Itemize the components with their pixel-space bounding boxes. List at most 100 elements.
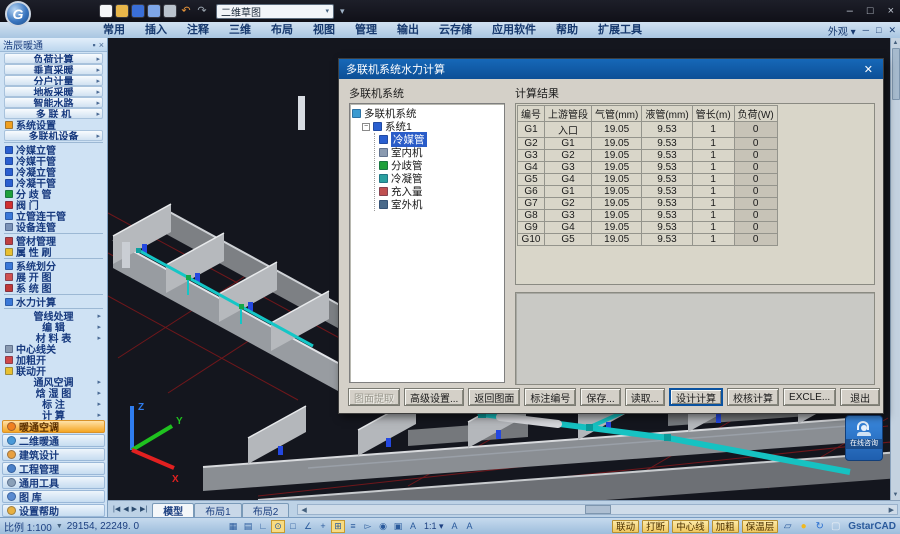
scroll-down-icon[interactable]: ▼ (893, 490, 899, 500)
sidebar-item[interactable]: 材 料 表▸ (4, 332, 103, 343)
results-table-panel[interactable]: 编号上游管段气管(mm)液管(mm)管长(m)负荷(W) G1入口19.059.… (515, 103, 875, 285)
table-row[interactable]: G9G419.059.5310 (518, 222, 778, 234)
dynamic-ucs-icon[interactable]: + (316, 520, 330, 533)
dialog-button[interactable]: 高级设置... (404, 388, 464, 406)
dialog-title-bar[interactable]: 多联机系统水力计算 ✕ (339, 59, 883, 79)
ribbon-tab-9[interactable]: 云存储 (430, 22, 481, 38)
sidebar-item[interactable]: 智能水路▸ (4, 97, 103, 108)
table-row[interactable]: G4G319.059.5310 (518, 162, 778, 174)
toggle-打断[interactable]: 打断 (642, 520, 669, 533)
ribbon-tab-8[interactable]: 输出 (388, 22, 428, 38)
dialog-button[interactable]: 校核计算 (727, 388, 779, 406)
dialog-button[interactable]: 标注编号 (524, 388, 576, 406)
sidebar-item[interactable]: 分户计量▸ (4, 75, 103, 86)
sidebar-item[interactable]: 中心线关 (0, 343, 107, 354)
polar-tracking-icon[interactable]: ⊙ (271, 520, 285, 533)
new-file-icon[interactable] (100, 5, 112, 17)
toggle-加粗[interactable]: 加粗 (712, 520, 739, 533)
workspace-selector[interactable]: 二维草图 ▾ (216, 4, 334, 19)
tab-nav-icon[interactable]: ◀ (123, 505, 128, 513)
sidebar-item[interactable]: 冷媒立管 (0, 144, 107, 155)
save-as-icon[interactable] (148, 5, 160, 17)
sync-icon[interactable]: ↻ (813, 520, 826, 533)
annotation-scale-icon[interactable]: A (406, 520, 420, 533)
sidebar-item[interactable]: 冷凝立管 (0, 166, 107, 177)
lightbulb-icon[interactable]: ● (797, 520, 810, 533)
table-row[interactable]: G8G319.059.5310 (518, 210, 778, 222)
hscroll-thumb[interactable] (585, 505, 611, 514)
open-file-icon[interactable] (116, 5, 128, 17)
sidebar-item[interactable]: 标 注▸ (4, 398, 103, 409)
vscroll-thumb[interactable] (892, 48, 900, 100)
fullscreen-icon[interactable]: ▢ (829, 520, 842, 533)
sidebar-item[interactable]: 系统划分 (0, 260, 107, 271)
horizontal-scrollbar[interactable]: ◀ ▶ (297, 504, 898, 515)
sidebar-item[interactable]: 分 歧 管 (0, 188, 107, 199)
restore-icon[interactable]: □ (867, 5, 874, 17)
table-row[interactable]: G2G119.059.5310 (518, 138, 778, 150)
close-icon[interactable]: × (888, 5, 894, 17)
sidebar-item[interactable]: 阀 门 (0, 199, 107, 210)
save-icon[interactable] (132, 5, 144, 17)
sidebar-item[interactable]: 展 开 图 (0, 271, 107, 282)
ribbon-tab-3[interactable]: 注释 (178, 22, 218, 38)
selection-cycling-icon[interactable]: ▻ (361, 520, 375, 533)
table-row[interactable]: G10G519.059.5310 (518, 234, 778, 246)
sidebar-item[interactable]: 地板采暖▸ (4, 86, 103, 97)
sidebar-item[interactable]: 设备连管 (0, 221, 107, 232)
toggle-联动[interactable]: 联动 (612, 520, 639, 533)
sidebar-item[interactable]: 负荷计算▸ (4, 53, 103, 64)
tab-nav-icon[interactable]: ▶ (132, 505, 137, 513)
lineweight-icon[interactable]: ≡ (346, 520, 360, 533)
sidebar-item[interactable]: 加粗开 (0, 354, 107, 365)
collapse-icon[interactable]: − (362, 123, 370, 131)
sidebar-item[interactable]: 暖通空调 (2, 420, 105, 433)
ribbon-tab-4[interactable]: 三维 (220, 22, 260, 38)
toggle-中心线[interactable]: 中心线 (672, 520, 709, 533)
sidebar-item[interactable]: 建筑设计 (2, 448, 105, 461)
sidebar-item[interactable]: 垂直采暖▸ (4, 64, 103, 75)
table-row[interactable]: G5G419.059.5310 (518, 174, 778, 186)
tab-nav-icon[interactable]: |◀ (113, 505, 120, 513)
minimize-icon[interactable]: – (847, 5, 853, 17)
annotation-scale-value[interactable]: 1:1 ▾ (421, 521, 447, 532)
annotation-visibility-icon[interactable]: A (448, 520, 462, 533)
transparency-icon[interactable]: ▱ (781, 520, 794, 533)
snap-mode-icon[interactable]: ▤ (241, 520, 255, 533)
gstarcad-logo-icon[interactable]: G (5, 1, 31, 27)
sidebar-item[interactable]: 管线处理▸ (4, 310, 103, 321)
zoom-monitor-icon[interactable]: ◉ (376, 520, 390, 533)
scroll-up-icon[interactable]: ▲ (893, 38, 899, 48)
sidebar-item[interactable]: 系 统 图 (0, 282, 107, 293)
sidebar-item[interactable]: 冷媒干管 (0, 155, 107, 166)
sidebar-item[interactable]: 水力计算 (0, 296, 107, 307)
sidebar-item[interactable]: 编 辑▸ (4, 321, 103, 332)
layout-tab-布局1[interactable]: 布局1 (194, 503, 242, 517)
sidebar-item[interactable]: 通用工具 (2, 476, 105, 489)
auto-annotation-icon[interactable]: A (463, 520, 477, 533)
object-snap-tracking-icon[interactable]: ∠ (301, 520, 315, 533)
ribbon-tab-12[interactable]: 扩展工具 (589, 22, 651, 38)
ribbon-tab-7[interactable]: 管理 (346, 22, 386, 38)
sidebar-item[interactable]: 多 联 机▸ (4, 108, 103, 119)
system-tree[interactable]: 多联机系统 − 系统1 冷媒管室内机分歧管冷凝管充入量室外机 (349, 103, 505, 383)
online-consult-badge[interactable]: 在线咨询 (845, 415, 883, 461)
clean-screen-icon[interactable]: ▣ (391, 520, 405, 533)
ribbon-tab-5[interactable]: 布局 (262, 22, 302, 38)
plot-icon[interactable] (164, 5, 176, 17)
dynamic-input-icon[interactable]: ⊞ (331, 520, 345, 533)
sidebar-item[interactable]: 二维暖通 (2, 434, 105, 447)
tree-item[interactable]: 室外机 (379, 198, 502, 211)
qat-customize-icon[interactable]: ▾ (340, 6, 345, 17)
layout-tab-模型[interactable]: 模型 (152, 503, 194, 517)
table-row[interactable]: G7G219.059.5310 (518, 198, 778, 210)
grid-display-icon[interactable]: ▦ (226, 520, 240, 533)
toggle-保温层[interactable]: 保温层 (742, 520, 779, 533)
sidebar-item[interactable]: 联动开 (0, 365, 107, 376)
table-row[interactable]: G6G119.059.5310 (518, 186, 778, 198)
ribbon-tab-2[interactable]: 插入 (136, 22, 176, 38)
dialog-button[interactable]: 设计计算 (669, 388, 723, 406)
sidebar-item[interactable]: 管材管理 (0, 235, 107, 246)
ribbon-tab-10[interactable]: 应用软件 (483, 22, 545, 38)
redo-icon[interactable]: ↷ (196, 5, 208, 17)
